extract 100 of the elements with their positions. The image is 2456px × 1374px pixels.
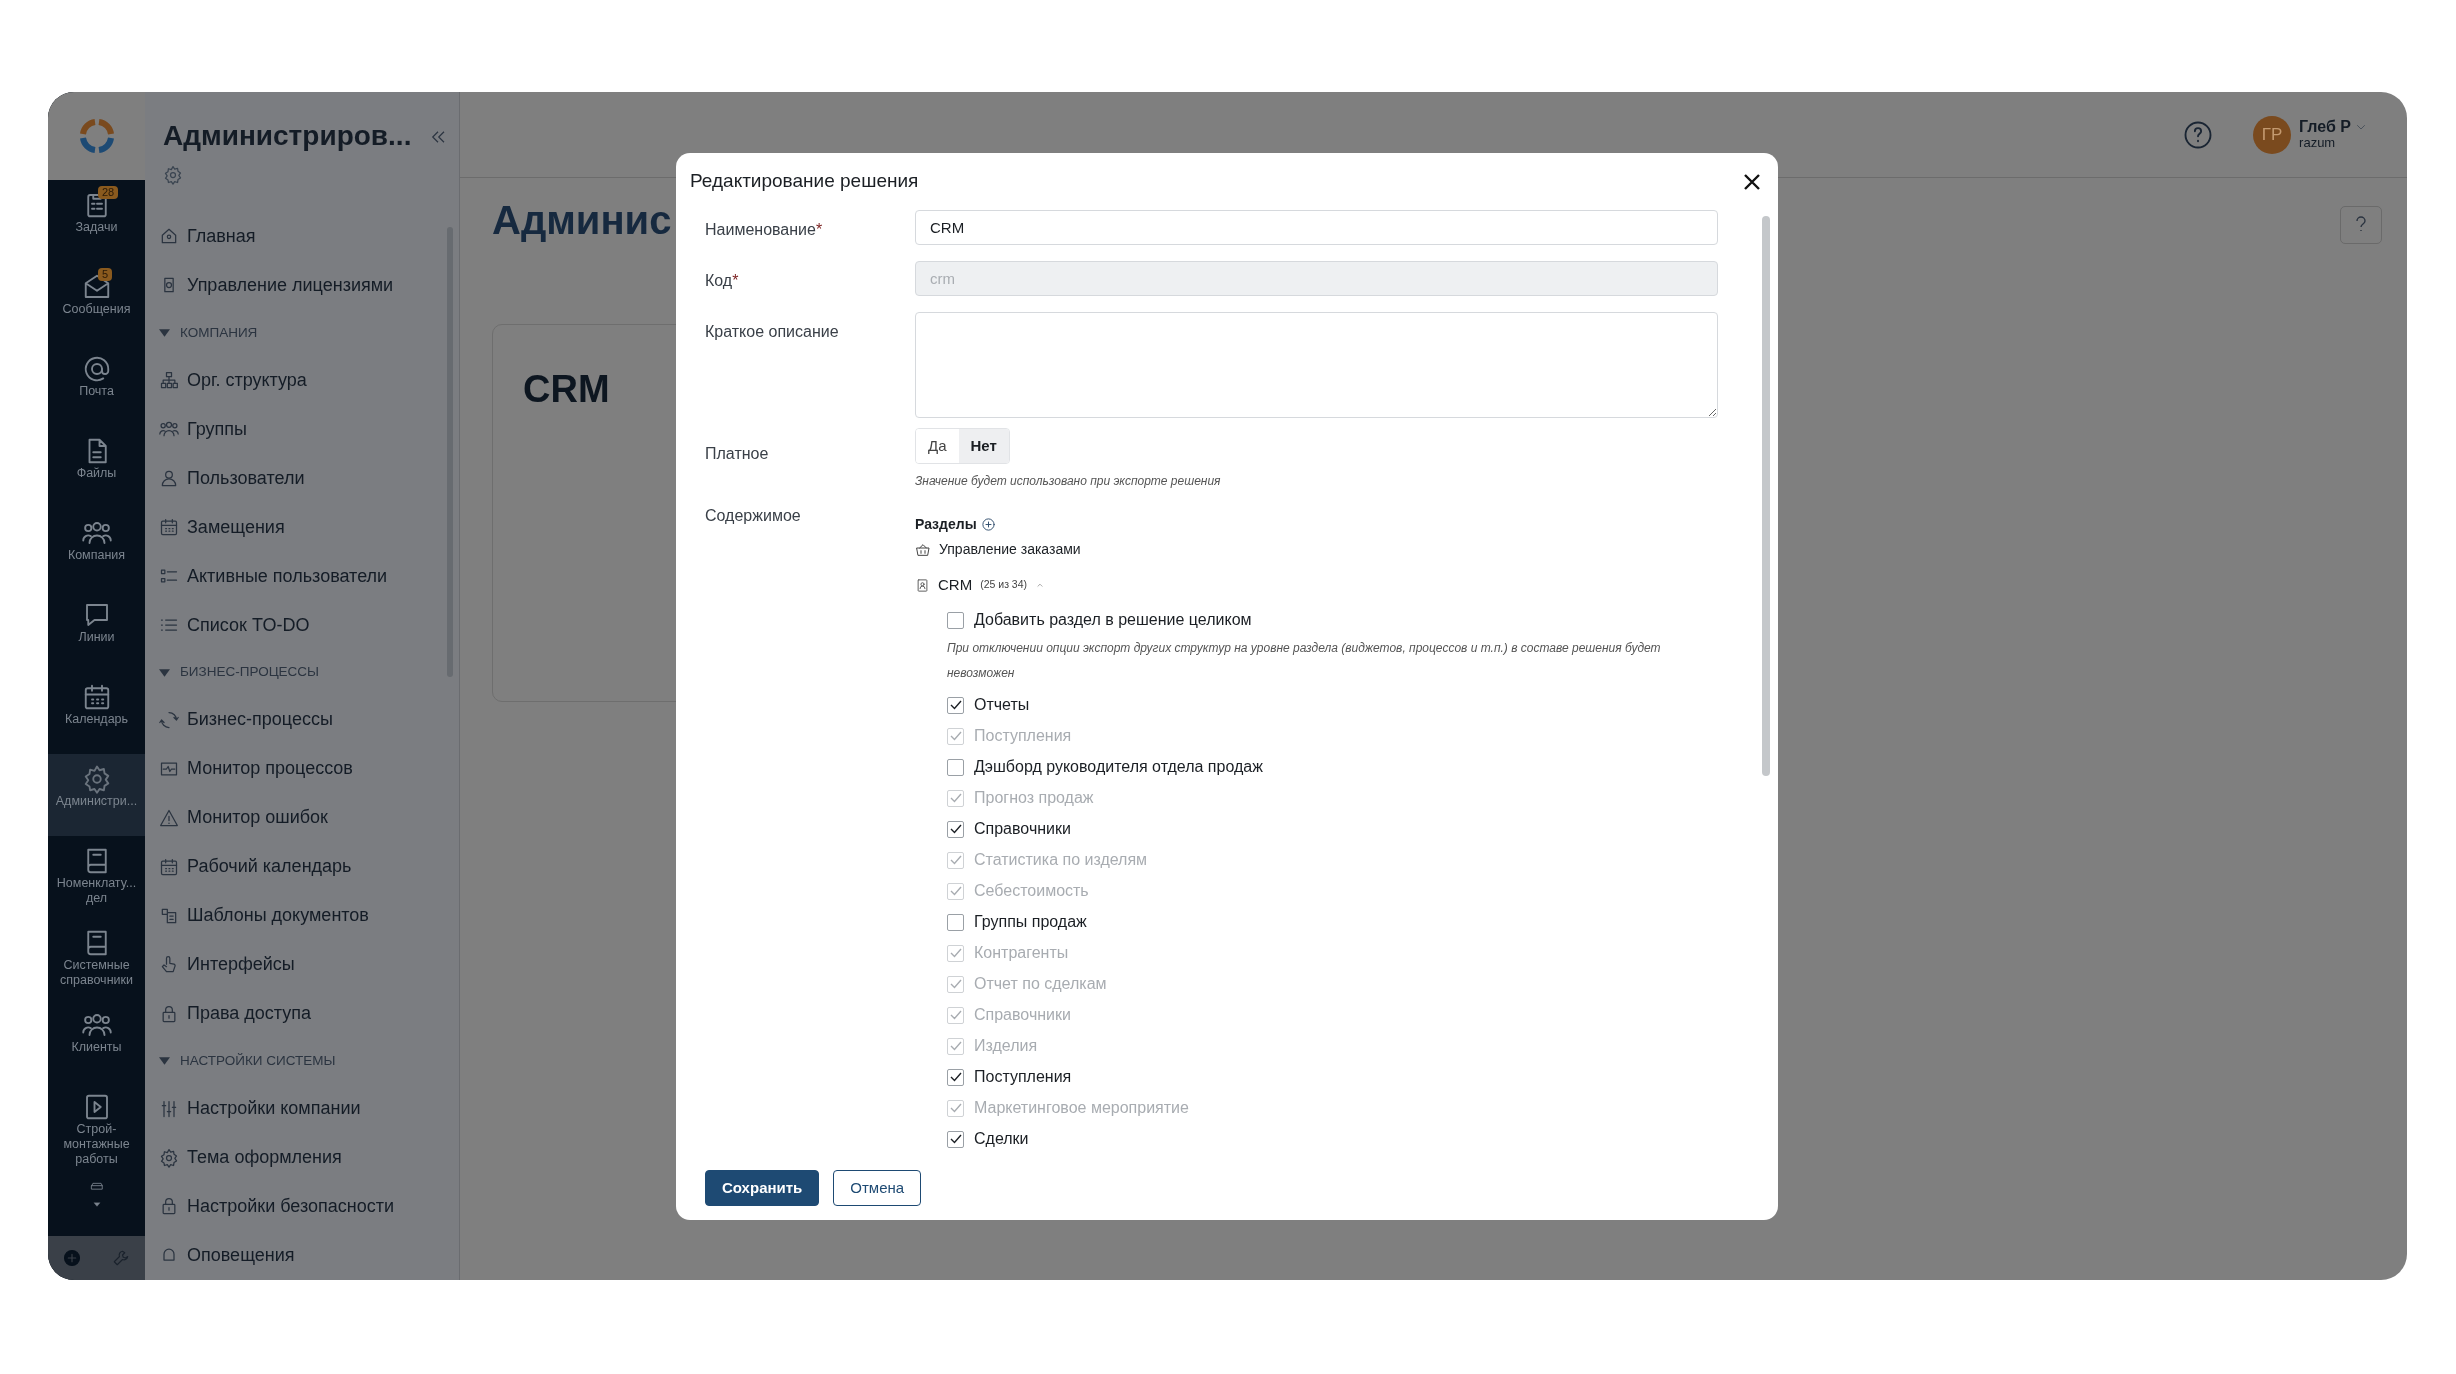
person-icon bbox=[159, 468, 179, 489]
plus-circle-icon[interactable] bbox=[980, 517, 996, 532]
settings-icon[interactable] bbox=[163, 164, 183, 185]
checkbox-label: Изделия bbox=[974, 1036, 1038, 1057]
checkbox-label: Маркетинговое мероприятие bbox=[974, 1098, 1189, 1119]
checkbox-label: Добавить раздел в решение целиком bbox=[974, 610, 1252, 630]
card-title: CRM bbox=[523, 368, 610, 410]
contact-card-icon bbox=[915, 577, 930, 593]
rail-item[interactable]: Задачи 28 bbox=[48, 180, 145, 262]
item-count: (25 из 34) bbox=[980, 577, 1028, 593]
user-name[interactable]: Глеб Р bbox=[2299, 117, 2351, 137]
checkbox-label: Поступления bbox=[974, 1067, 1072, 1088]
nav-item[interactable]: Список TO-DO bbox=[145, 600, 459, 650]
nav-item[interactable]: Управление лицензиями bbox=[145, 260, 459, 310]
checkbox-label: Сделки bbox=[974, 1129, 1029, 1150]
nav-item[interactable]: Замещения bbox=[145, 502, 459, 552]
field-label: Код* bbox=[705, 270, 740, 291]
nav-item[interactable]: Интерфейсы bbox=[145, 940, 459, 990]
checkbox-label: Себестоимость bbox=[974, 881, 1089, 902]
basket-icon bbox=[915, 541, 931, 558]
checkbox[interactable] bbox=[947, 611, 964, 629]
checkbox[interactable] bbox=[947, 913, 964, 931]
checkbox-label: Справочники bbox=[974, 819, 1071, 840]
nav-item[interactable]: Монитор процессов bbox=[145, 744, 459, 794]
checkbox[interactable] bbox=[947, 758, 964, 776]
nav-item[interactable]: Главная bbox=[145, 211, 459, 261]
checkbox-label: Отчет по сделкам bbox=[974, 974, 1107, 995]
nav-item[interactable]: Бизнес-процессы bbox=[145, 695, 459, 745]
field-label: Краткое описание bbox=[705, 321, 840, 342]
module-label: CRM bbox=[938, 575, 973, 595]
field-label: Содержимое bbox=[705, 506, 802, 526]
scrollbar-thumb[interactable] bbox=[1762, 215, 1770, 776]
save-button[interactable]: Сохранить bbox=[705, 1169, 820, 1206]
caret-icon[interactable] bbox=[159, 668, 170, 677]
checkbox-label: Отчеты bbox=[974, 695, 1030, 716]
rail-item[interactable]: Клиенты bbox=[48, 1000, 145, 1082]
count-badge: 28 bbox=[98, 186, 119, 200]
help-button[interactable] bbox=[2340, 206, 2382, 244]
rail-item[interactable]: Сообщения 5 bbox=[48, 262, 145, 344]
nav-item[interactable]: Рабочий календарь bbox=[145, 842, 459, 892]
nav-item[interactable]: Группы bbox=[145, 404, 459, 454]
hint-text: Значение будет использовано при экспорте решения bbox=[915, 473, 1221, 490]
rail-item[interactable]: Строй- монтажные работы bbox=[48, 1082, 145, 1175]
nav-item[interactable]: Активные пользователи bbox=[145, 551, 459, 601]
org-chart-icon bbox=[159, 370, 179, 391]
nav-item[interactable]: Пользователи bbox=[145, 453, 459, 503]
text-area[interactable] bbox=[915, 311, 1718, 418]
field-label: Платное bbox=[705, 443, 770, 464]
cycle-icon bbox=[159, 709, 179, 730]
section-header[interactable]: БИЗНЕС-ПРОЦЕССЫ bbox=[145, 649, 459, 696]
input-field[interactable]: CRM bbox=[915, 209, 1718, 245]
checkbox-label: Справочники bbox=[974, 1005, 1071, 1026]
checkbox-label: Прогноз продаж bbox=[974, 788, 1094, 809]
section-title: Администриров... bbox=[163, 118, 412, 153]
avatar[interactable]: ГР bbox=[2253, 115, 2292, 154]
field-label: Наименование* bbox=[705, 219, 824, 240]
rail-item[interactable]: Администри... bbox=[48, 754, 145, 836]
wrench-icon[interactable] bbox=[111, 1249, 130, 1267]
page-title: Админис bbox=[492, 197, 673, 244]
count-badge: 5 bbox=[98, 268, 113, 282]
checkbox[interactable] bbox=[947, 696, 964, 714]
rail-item[interactable]: Системные справочники bbox=[48, 918, 145, 1000]
checkbox[interactable] bbox=[947, 1068, 964, 1086]
cancel-button[interactable]: Отмена bbox=[833, 1169, 922, 1206]
help-icon[interactable] bbox=[2183, 119, 2214, 150]
checkbox-label: Статистика по изделям bbox=[974, 850, 1148, 871]
caret-icon[interactable] bbox=[159, 1057, 170, 1066]
rail-item[interactable]: Календарь bbox=[48, 672, 145, 754]
checkbox[interactable] bbox=[947, 1130, 964, 1148]
question-mark-icon[interactable] bbox=[2354, 216, 2368, 234]
settings-icon bbox=[159, 1147, 179, 1168]
rail-item[interactable]: Почта bbox=[48, 344, 145, 426]
warning-icon bbox=[159, 807, 179, 828]
sliders-icon bbox=[159, 1098, 179, 1119]
section-header[interactable]: НАСТРОЙКИ СИСТЕМЫ bbox=[145, 1038, 459, 1085]
rail-item[interactable]: Компания bbox=[48, 508, 145, 590]
checkbox-label: Дэшборд руководителя отдела продаж bbox=[974, 757, 1263, 778]
checkbox-label: Поступления bbox=[974, 726, 1072, 747]
calendar-icon bbox=[159, 517, 179, 538]
user-login: razum bbox=[2299, 136, 2337, 152]
note-text: При отключении опции экспорт других структур на уровне раздела (виджетов, процессов и т.п.) в составе решения будет невозможен bbox=[947, 639, 1662, 682]
section-header[interactable]: КОМПАНИЯ bbox=[145, 309, 459, 356]
nav-item[interactable]: Оповещения bbox=[145, 1230, 459, 1280]
checkbox-label: Контрагенты bbox=[974, 943, 1069, 964]
rail-item[interactable]: Номенклату... дел bbox=[48, 836, 145, 918]
nav-item[interactable]: Тема оформления bbox=[145, 1133, 459, 1182]
caret-icon[interactable] bbox=[159, 328, 170, 337]
modal-title: Редактирование решения bbox=[690, 169, 919, 193]
nav-item[interactable]: Настройки безопасности bbox=[145, 1182, 459, 1231]
nav-item[interactable]: Монитор ошибок bbox=[145, 793, 459, 843]
hand-icon bbox=[159, 954, 179, 975]
nav-item[interactable]: Шаблоны документов bbox=[145, 891, 459, 941]
checkbox[interactable] bbox=[947, 820, 964, 838]
nav-item[interactable]: Настройки компании bbox=[145, 1084, 459, 1134]
toggle-option[interactable]: Нет bbox=[958, 428, 1009, 463]
rail-item[interactable]: Линии bbox=[48, 590, 145, 672]
checkbox-label: Группы продаж bbox=[974, 912, 1087, 933]
nav-item[interactable]: Права доступа bbox=[145, 989, 459, 1039]
rail-item[interactable]: Файлы bbox=[48, 426, 145, 508]
section-label: Разделы bbox=[915, 515, 977, 534]
